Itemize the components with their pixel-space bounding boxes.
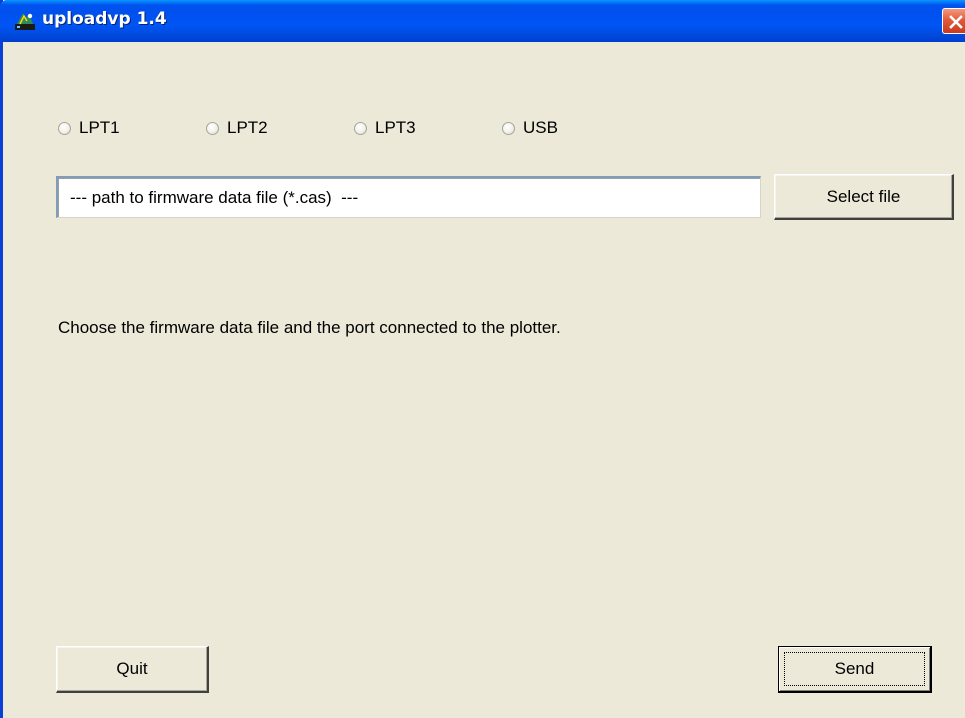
port-radio-group: LPT1 LPT2 LPT3 USB — [58, 116, 658, 140]
radio-circle-icon[interactable] — [206, 121, 219, 135]
send-button[interactable]: Send — [778, 646, 932, 693]
window-title: uploadvp 1.4 — [42, 9, 167, 29]
quit-label: Quit — [116, 659, 148, 678]
select-file-button[interactable]: Select file — [774, 174, 954, 220]
send-label: Send — [834, 659, 875, 678]
radio-circle-icon[interactable] — [354, 121, 367, 135]
close-button[interactable] — [942, 8, 965, 34]
select-file-label: Select file — [826, 186, 901, 206]
plotter-app-icon — [14, 10, 36, 32]
radio-lpt2[interactable]: LPT2 — [206, 116, 268, 140]
app-window: uploadvp 1.4 LPT1 LPT2 LPT3 USB Select f… — [0, 0, 965, 718]
radio-lpt1[interactable]: LPT1 — [58, 116, 120, 140]
radio-circle-icon[interactable] — [58, 121, 71, 135]
radio-circle-icon[interactable] — [502, 121, 515, 135]
title-bar[interactable]: uploadvp 1.4 — [0, 0, 965, 42]
radio-lpt1-label: LPT1 — [79, 118, 120, 137]
radio-lpt3-label: LPT3 — [375, 118, 416, 137]
radio-usb[interactable]: USB — [502, 116, 558, 140]
radio-lpt2-label: LPT2 — [227, 118, 268, 137]
radio-usb-label: USB — [523, 118, 558, 137]
radio-lpt3[interactable]: LPT3 — [354, 116, 416, 140]
close-icon — [949, 15, 963, 29]
firmware-path-input[interactable] — [56, 176, 761, 218]
status-message: Choose the firmware data file and the po… — [58, 318, 561, 337]
quit-button[interactable]: Quit — [56, 646, 209, 693]
